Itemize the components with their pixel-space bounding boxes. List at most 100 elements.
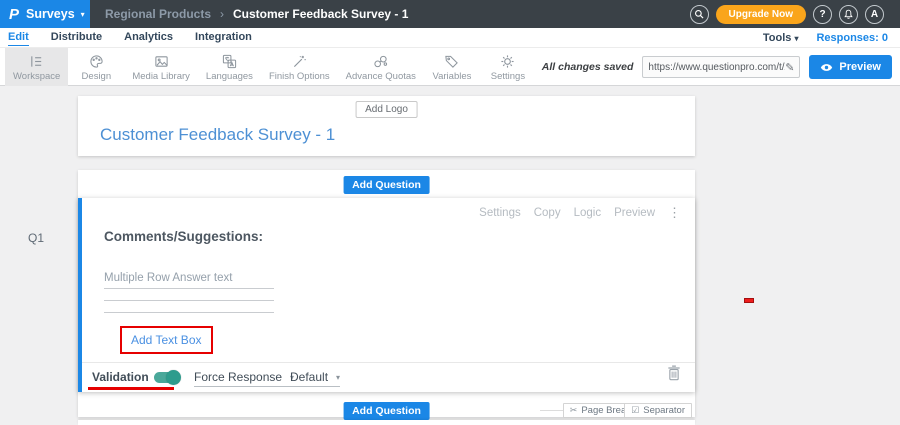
upgrade-now-button[interactable]: Upgrade Now — [716, 5, 806, 24]
question-card: Settings Copy Logic Preview ⋮ Comments/S… — [78, 198, 695, 392]
menu-tab-distribute[interactable]: Distribute — [51, 30, 102, 45]
toolbar-item-label: Media Library — [132, 71, 190, 82]
separator-label: Separator — [643, 405, 685, 416]
breadcrumb-separator-icon: › — [220, 7, 224, 21]
toolbar-item-label: Advance Quotas — [346, 71, 416, 82]
menu-tab-edit[interactable]: Edit — [8, 30, 29, 46]
gear-icon — [500, 54, 515, 69]
tag-icon — [444, 54, 459, 69]
question-text[interactable]: Comments/Suggestions: — [104, 229, 263, 244]
menu-tab-integration[interactable]: Integration — [195, 30, 252, 45]
validation-toggle[interactable] — [154, 372, 179, 383]
toolbar-item-media-library[interactable]: Media Library — [124, 48, 198, 86]
answer-row-line — [104, 312, 274, 313]
toolbar-item-languages[interactable]: Languages — [198, 48, 261, 86]
questionpro-logo-icon: P — [9, 6, 19, 23]
trash-icon — [667, 365, 681, 381]
toolbar-item-settings[interactable]: Settings — [480, 48, 536, 86]
survey-header-card: Add Logo Customer Feedback Survey - 1 — [78, 96, 695, 156]
image-icon — [154, 54, 169, 69]
translate-icon — [222, 54, 237, 69]
notifications-button[interactable] — [839, 5, 858, 24]
survey-title[interactable]: Customer Feedback Survey - 1 — [100, 125, 335, 145]
add-question-button-top[interactable]: Add Question — [343, 176, 430, 194]
magic-wand-icon — [292, 54, 307, 69]
breadcrumb-current: Customer Feedback Survey - 1 — [233, 7, 408, 21]
question-preview-link[interactable]: Preview — [614, 207, 655, 219]
preview-button[interactable]: Preview — [809, 55, 892, 79]
red-annotation-dash — [744, 298, 754, 303]
question-logic-link[interactable]: Logic — [574, 207, 602, 219]
avatar-initial: A — [871, 9, 878, 20]
toolbar-item-label: Workspace — [13, 71, 60, 82]
caret-down-icon: ▾ — [794, 34, 798, 43]
validation-annotation-underline — [88, 387, 174, 390]
toolbar-item-design[interactable]: Design — [68, 48, 124, 86]
product-switcher[interactable]: P Surveys ▾ — [0, 0, 90, 28]
question-menu: Settings Copy Logic Preview ⋮ — [479, 207, 681, 219]
questionpro-survey-editor: P Surveys ▾ Regional Products › Customer… — [0, 0, 900, 425]
menubar-right: Tools ▾ Responses: 0 — [763, 28, 888, 47]
question-copy-link[interactable]: Copy — [534, 207, 561, 219]
menu-items: Edit Distribute Analytics Integration — [8, 28, 252, 47]
responses-count-link[interactable]: Responses: 0 — [816, 32, 888, 44]
survey-url-input[interactable] — [648, 62, 785, 73]
question-settings-link[interactable]: Settings — [479, 207, 521, 219]
workspace-icon — [29, 54, 44, 69]
answer-row-line — [104, 288, 274, 289]
breadcrumb-parent[interactable]: Regional Products — [105, 7, 211, 21]
question-mark-icon: ? — [819, 9, 825, 20]
toolbar-item-label: Variables — [432, 71, 471, 82]
add-question-button-bottom[interactable]: Add Question — [343, 402, 430, 420]
default-dropdown[interactable]: Default ▾ — [290, 370, 340, 387]
menu-tab-analytics[interactable]: Analytics — [124, 30, 173, 45]
editor-toolbar: Workspace Design Media Library Languages… — [0, 47, 900, 86]
separator-checkbox-icon: ☑ — [631, 405, 639, 416]
search-icon — [694, 9, 704, 19]
eye-icon — [820, 63, 833, 72]
force-response-label: Force Response — [194, 370, 282, 384]
survey-url-field[interactable]: ✎ — [642, 56, 800, 78]
edit-url-pencil-icon[interactable]: ✎ — [785, 61, 794, 74]
question-number-label: Q1 — [28, 231, 44, 245]
toolbar-item-variables[interactable]: Variables — [424, 48, 480, 86]
save-status: All changes saved — [542, 61, 634, 73]
topbar: P Surveys ▾ Regional Products › Customer… — [0, 0, 900, 28]
toolbar-right: All changes saved ✎ Preview — [542, 48, 892, 86]
breadcrumb: Regional Products › Customer Feedback Su… — [105, 0, 408, 28]
next-section-card-edge — [78, 420, 695, 425]
validation-label: Validation — [92, 370, 149, 384]
quota-links-icon — [373, 54, 388, 69]
topbar-actions: Upgrade Now ? A — [690, 0, 884, 28]
toolbar-item-label: Languages — [206, 71, 253, 82]
toolbar-item-finish-options[interactable]: Finish Options — [261, 48, 338, 86]
help-button[interactable]: ? — [813, 5, 832, 24]
search-button[interactable] — [690, 5, 709, 24]
bell-icon — [843, 9, 854, 20]
caret-down-icon: ▾ — [336, 373, 340, 382]
product-name: Surveys — [26, 7, 75, 21]
palette-icon — [89, 54, 104, 69]
default-label: Default — [290, 370, 328, 384]
caret-down-icon: ▾ — [81, 10, 85, 19]
toolbar-item-advance-quotas[interactable]: Advance Quotas — [338, 48, 424, 86]
account-avatar[interactable]: A — [865, 5, 884, 24]
separator-button[interactable]: ☑ Separator — [624, 403, 692, 418]
add-text-box-annotation-box: Add Text Box — [120, 326, 213, 354]
question-section: Add Question Settings Copy Logic Preview… — [78, 170, 695, 417]
toolbar-item-label: Design — [82, 71, 112, 82]
answer-placeholder: Multiple Row Answer text — [104, 272, 232, 284]
tools-dropdown[interactable]: Tools ▾ — [763, 32, 799, 44]
menubar: Edit Distribute Analytics Integration To… — [0, 28, 900, 47]
preview-label: Preview — [839, 61, 881, 73]
add-logo-button[interactable]: Add Logo — [355, 101, 418, 118]
toolbar-item-workspace[interactable]: Workspace — [5, 48, 68, 86]
toolbar-items: Workspace Design Media Library Languages… — [5, 48, 536, 86]
more-options-icon[interactable]: ⋮ — [668, 207, 681, 219]
force-response-dropdown[interactable]: Force Response ▾ — [194, 370, 294, 387]
page-break-icon: ✂ — [570, 405, 578, 416]
answer-row-line — [104, 300, 274, 301]
toolbar-item-label: Settings — [491, 71, 525, 82]
delete-question-button[interactable] — [667, 365, 681, 384]
add-text-box-link[interactable]: Add Text Box — [131, 333, 202, 347]
